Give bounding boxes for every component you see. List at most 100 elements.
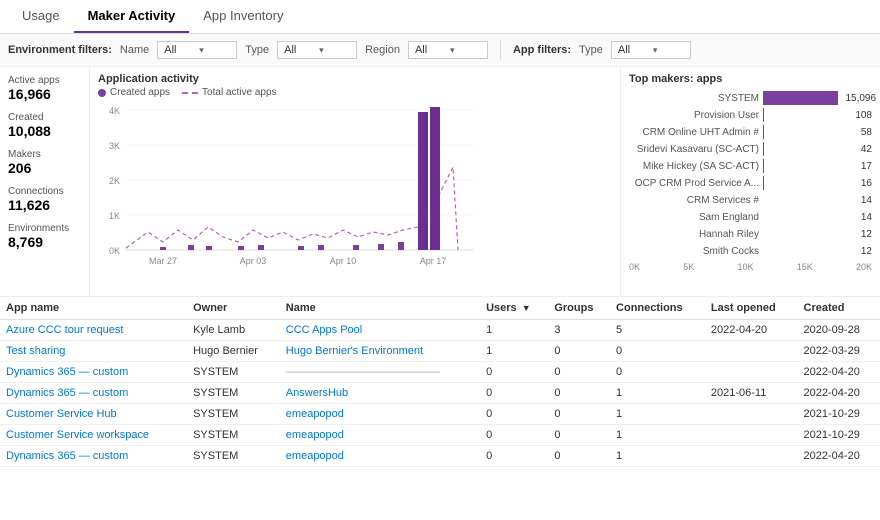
top-makers-panel: Top makers: apps SYSTEM15,096Provision U… [620, 67, 880, 296]
maker-value: 12 [861, 246, 872, 257]
maker-value: 16 [861, 178, 872, 189]
type-filter-label: Type [245, 44, 269, 56]
stat-created-value: 10,088 [8, 123, 81, 139]
table-row: Azure CCC tour requestKyle LambCCC Apps … [0, 320, 880, 341]
stat-connections: Connections 11,626 [8, 186, 81, 213]
table-row: Dynamics 365 — customSYSTEM—————————————… [0, 362, 880, 383]
cell-users: 0 [480, 425, 548, 446]
app-type-filter-select[interactable]: All ▾ [611, 41, 691, 59]
cell-owner: SYSTEM [187, 404, 280, 425]
stat-active-apps-title: Active apps [8, 75, 81, 86]
stat-active-apps-value: 16,966 [8, 86, 81, 102]
cell-connections: 1 [610, 404, 705, 425]
cell-users: 1 [480, 320, 548, 341]
maker-name-label: CRM Online UHT Admin # [629, 127, 759, 138]
main-content: Active apps 16,966 Created 10,088 Makers… [0, 67, 880, 510]
makers-bars-container: SYSTEM15,096Provision User108CRM Online … [629, 91, 872, 258]
cell-groups: 0 [548, 404, 610, 425]
maker-bar-row: Sridevi Kasavaru (SC-ACT)42 [629, 142, 872, 156]
cell-owner: SYSTEM [187, 425, 280, 446]
name-link[interactable]: emeapopod [286, 408, 344, 420]
app-name-link[interactable]: Azure CCC tour request [6, 324, 123, 336]
maker-name-label: Smith Cocks [629, 246, 759, 257]
legend-created: Created apps [98, 87, 170, 98]
name-link[interactable]: Hugo Bernier's Environment [286, 345, 423, 357]
region-filter-select[interactable]: All ▾ [408, 41, 488, 59]
app-name-link[interactable]: Customer Service workspace [6, 429, 149, 441]
maker-bar-row: OCP CRM Prod Service A... 16 [629, 176, 872, 190]
maker-bar [763, 108, 764, 122]
table-row: Customer Service workspace SYSTEM emeapopo… [0, 425, 880, 446]
stat-created-title: Created [8, 112, 81, 123]
maker-bar-wrap [763, 193, 854, 207]
cell-name: emeapopod [280, 404, 480, 425]
stat-connections-title: Connections [8, 186, 81, 197]
table-row: Customer Service HubSYSTEMemeapopod00120… [0, 404, 880, 425]
top-section: Active apps 16,966 Created 10,088 Makers… [0, 67, 880, 297]
app-filter-label: App filters: [513, 44, 571, 56]
col-users: Users ▼ [480, 297, 548, 320]
name-filter-select[interactable]: All ▾ [157, 41, 237, 59]
table-body: Azure CCC tour requestKyle LambCCC Apps … [0, 320, 880, 467]
maker-bar-wrap [763, 125, 854, 139]
maker-bar-wrap [763, 108, 848, 122]
maker-name-label: Hannah Riley [629, 229, 759, 240]
cell-users: 1 [480, 341, 548, 362]
cell-last-opened [705, 362, 798, 383]
cell-owner: SYSTEM [187, 362, 280, 383]
app-name-link[interactable]: Dynamics 365 — custom [6, 450, 128, 462]
cell-created: 2021-10-29 [798, 404, 880, 425]
name-link[interactable]: CCC Apps Pool [286, 324, 362, 336]
tab-usage[interactable]: Usage [8, 0, 74, 33]
tab-maker-activity[interactable]: Maker Activity [74, 0, 190, 33]
cell-created: 2022-04-20 [798, 383, 880, 404]
maker-bar-wrap [763, 142, 854, 156]
tab-app-inventory[interactable]: App Inventory [189, 0, 297, 33]
cell-app-name: Customer Service Hub [0, 404, 187, 425]
table-row: Test sharingHugo BernierHugo Bernier's E… [0, 341, 880, 362]
cell-users: 0 [480, 446, 548, 467]
cell-last-opened [705, 446, 798, 467]
table-section: App name Owner Name Users ▼ Groups Conne… [0, 297, 880, 510]
app-name-link[interactable]: Dynamics 365 — custom [6, 366, 128, 378]
app-name-link[interactable]: Customer Service Hub [6, 408, 117, 420]
cell-app-name: Dynamics 365 — custom [0, 446, 187, 467]
cell-groups: 0 [548, 446, 610, 467]
application-activity-chart: 4K 3K 2K 1K 0K Mar 27 Apr 03 Apr 10 Apr … [98, 102, 478, 267]
cell-last-opened [705, 404, 798, 425]
maker-name-label: Mike Hickey (SA SC-ACT) [629, 161, 759, 172]
cell-groups: 0 [548, 341, 610, 362]
cell-app-name: Customer Service workspace [0, 425, 187, 446]
cell-created: 2020-09-28 [798, 320, 880, 341]
name-link[interactable]: emeapopod [286, 450, 344, 462]
maker-bar-wrap [763, 210, 854, 224]
cell-app-name: Azure CCC tour request [0, 320, 187, 341]
svg-text:3K: 3K [109, 141, 120, 151]
maker-value: 14 [861, 195, 872, 206]
cell-created: 2022-04-20 [798, 362, 880, 383]
maker-value: 12 [861, 229, 872, 240]
maker-value: 108 [855, 110, 872, 121]
cell-groups: 0 [548, 362, 610, 383]
maker-value: 15,096 [845, 93, 876, 104]
maker-bar-row: CRM Online UHT Admin #58 [629, 125, 872, 139]
apps-table: App name Owner Name Users ▼ Groups Conne… [0, 297, 880, 467]
tabs-bar: Usage Maker Activity App Inventory [0, 0, 880, 34]
name-link[interactable]: AnswersHub [286, 387, 348, 399]
app-name-link[interactable]: Dynamics 365 — custom [6, 387, 128, 399]
cell-connections: 1 [610, 425, 705, 446]
maker-value: 17 [861, 161, 872, 172]
name-link[interactable]: emeapopod [286, 429, 344, 441]
cell-groups: 3 [548, 320, 610, 341]
stat-makers-title: Makers [8, 149, 81, 160]
app-name-link[interactable]: Test sharing [6, 345, 65, 357]
stat-makers: Makers 206 [8, 149, 81, 176]
type-filter-select[interactable]: All ▾ [277, 41, 357, 59]
maker-bar-wrap [763, 159, 854, 173]
maker-bar-row: Mike Hickey (SA SC-ACT) 17 [629, 159, 872, 173]
maker-name-label: OCP CRM Prod Service A... [629, 178, 759, 189]
cell-connections: 1 [610, 446, 705, 467]
svg-text:4K: 4K [109, 106, 120, 116]
stat-created: Created 10,088 [8, 112, 81, 139]
maker-bar-row: Provision User108 [629, 108, 872, 122]
